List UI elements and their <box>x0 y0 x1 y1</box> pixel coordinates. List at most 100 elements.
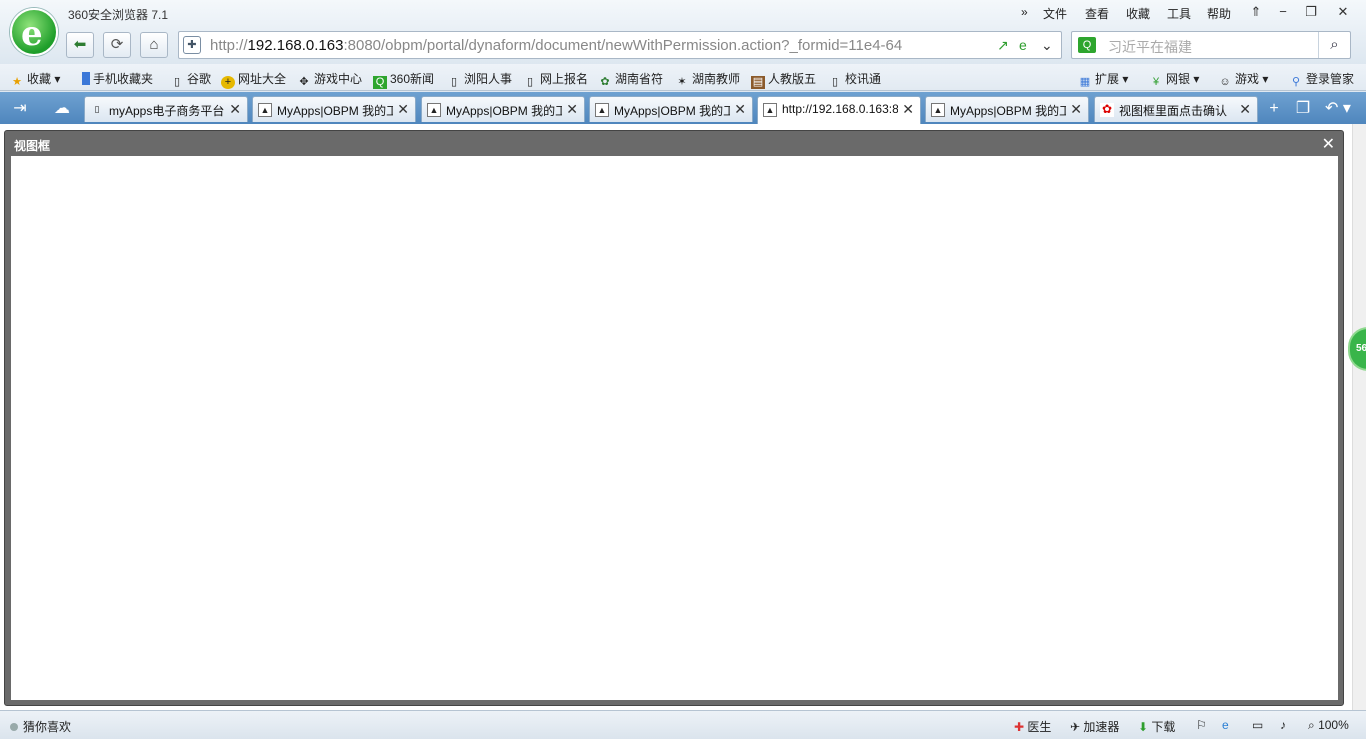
more-menu-icon[interactable]: » <box>1021 5 1028 19</box>
dialog-close-icon[interactable]: ✕ <box>1322 134 1335 154</box>
close-icon[interactable]: ✕ <box>1239 101 1251 118</box>
bookmark-item[interactable]: ▯ 校讯通 <box>828 70 881 89</box>
close-icon[interactable]: ✕ <box>1070 101 1082 118</box>
runner-icon: ✶ <box>677 76 687 88</box>
cloud-icon[interactable]: ☁ <box>44 96 80 122</box>
view-dialog: 视图框 ✕ <box>4 130 1344 706</box>
download-icon: ⬇ <box>1138 720 1149 734</box>
volume-icon[interactable]: ♪ <box>1280 718 1286 732</box>
search-icon: ⌕ <box>1330 36 1339 53</box>
download-button[interactable]: ⬇ 下载 <box>1138 718 1175 735</box>
page-icon: ▯ <box>450 76 458 88</box>
ie-mode-icon[interactable]: e <box>1019 37 1027 53</box>
paw-icon: ✿ <box>1100 102 1114 117</box>
bookmark-item[interactable]: ✥ 游戏中心 <box>297 70 362 89</box>
bookmark-item[interactable]: Q 360新闻 <box>373 70 434 89</box>
tab-myapps-obpm[interactable]: ▲ MyApps|OBPM 我的工作 ✕ <box>421 96 585 122</box>
undo-close-icon[interactable]: ↶ ▾ <box>1318 96 1358 122</box>
tab-baidu-question[interactable]: ✿ 视图框里面点击确认 ✕ <box>1094 96 1258 122</box>
gamepad-icon: ✥ <box>299 76 309 88</box>
restore-button[interactable]: ❐ <box>1298 2 1324 22</box>
restore-tab-icon[interactable]: ❐ <box>1289 96 1317 122</box>
window-icon[interactable]: ▭ <box>1252 718 1263 732</box>
vertical-scrollbar[interactable] <box>1352 124 1366 710</box>
home-button[interactable]: ⌂ <box>140 32 168 58</box>
flag-icon[interactable]: ⚐ <box>1196 718 1207 732</box>
dialog-title: 视图框 <box>14 139 51 153</box>
rocket-icon: ✈ <box>1070 720 1081 734</box>
url-text[interactable]: http://192.168.0.163:8080/obpm/portal/dy… <box>210 37 902 54</box>
close-window-button[interactable]: ✕ <box>1330 2 1356 22</box>
image-icon: ▲ <box>931 103 945 117</box>
page-icon: ▯ <box>526 76 534 88</box>
chevron-down-icon[interactable]: ⌄ <box>1041 37 1053 54</box>
refresh-button[interactable]: ⟳ <box>103 32 131 58</box>
image-icon: ▲ <box>427 103 441 117</box>
address-bar[interactable]: ✚ http://192.168.0.163:8080/obpm/portal/… <box>178 31 1062 59</box>
tab-myapps-ecommerce[interactable]: ▯ myApps电子商务平台 ✕ <box>84 96 248 122</box>
window-title: 360安全浏览器 7.1 <box>68 8 169 22</box>
page-icon: ▯ <box>831 76 839 88</box>
page-content: 视图框 ✕ <box>0 124 1352 710</box>
zoom-control[interactable]: ⌕ 100% <box>1308 718 1349 733</box>
tab-myapps-obpm[interactable]: ▲ MyApps|OBPM 我的工作 ✕ <box>252 96 416 122</box>
controller-icon: ☺ <box>1219 76 1231 88</box>
minimize-button[interactable]: − <box>1270 2 1296 22</box>
bookmark-item[interactable]: + 网址大全 <box>221 70 286 89</box>
image-icon: ▲ <box>258 103 272 117</box>
tab-myapps-obpm[interactable]: ▲ MyApps|OBPM 我的工作 ✕ <box>925 96 1089 122</box>
plus-icon: + <box>1269 100 1279 117</box>
search-box[interactable]: Q 习近平在福建 ⌕ <box>1071 31 1351 59</box>
menu-file[interactable]: 文件 <box>1043 5 1067 22</box>
sidebar-toggle-icon[interactable]: ⇥ <box>2 96 38 122</box>
arrow-left-icon: ⬅ <box>73 36 87 53</box>
bookmark-item[interactable]: ▯ 网上报名 <box>523 70 588 89</box>
tab-active-url[interactable]: ▲ http://192.168.0.163:8080 ✕ <box>757 96 921 124</box>
extensions-button[interactable]: ▦ 扩展 ▾ <box>1078 70 1129 89</box>
bookmark-item[interactable]: ▯ 谷歌 <box>170 70 211 89</box>
phone-icon <box>82 72 90 85</box>
star-icon: ★ <box>12 76 22 88</box>
close-icon[interactable]: ✕ <box>902 101 914 118</box>
page-icon: ▯ <box>94 104 100 114</box>
bookmark-item[interactable]: ✶ 湖南教师 <box>675 70 740 89</box>
doctor-button[interactable]: ✚ 医生 <box>1014 718 1051 735</box>
bookmark-item[interactable]: 手机收藏夹 <box>82 70 153 87</box>
menu-help[interactable]: 帮助 <box>1207 5 1231 22</box>
browser-logo-icon: e <box>10 8 58 56</box>
share-icon[interactable]: ↗ <box>997 37 1009 54</box>
bookmark-item[interactable]: ▯ 浏阳人事 <box>447 70 512 89</box>
browser-toolbar: e 360安全浏览器 7.1 » 文件 查看 收藏 工具 帮助 ⇑ − ❐ ✕ … <box>0 0 1366 64</box>
bookmark-item[interactable]: ✿ 湖南省符 <box>598 70 663 89</box>
close-icon[interactable]: ✕ <box>229 101 241 118</box>
guess-you-like[interactable]: 猜你喜欢 <box>10 718 71 735</box>
close-icon[interactable]: ✕ <box>734 101 746 118</box>
close-icon[interactable]: ✕ <box>566 101 578 118</box>
ebank-button[interactable]: ¥ 网银 ▾ <box>1149 70 1199 89</box>
search-engine-icon[interactable]: Q <box>1078 37 1096 53</box>
new-tab-button[interactable]: + <box>1260 96 1288 122</box>
image-icon: ▲ <box>595 103 609 117</box>
emblem-icon: ✿ <box>600 76 610 88</box>
image-icon: ▲ <box>763 103 777 117</box>
status-bar: 猜你喜欢 ✚ 医生 ✈ 加速器 ⬇ 下载 ⚐ e ▭ ♪ ⌕ 100% <box>0 710 1366 739</box>
search-input[interactable]: 习近平在福建 <box>1108 37 1192 57</box>
menu-favorites[interactable]: 收藏 <box>1126 5 1150 22</box>
menu-view[interactable]: 查看 <box>1085 5 1109 22</box>
login-manager-button[interactable]: ⚲ 登录管家 <box>1289 70 1354 89</box>
bookmark-item[interactable]: ▤ 人教版五 <box>751 70 816 89</box>
shield-icon: ✚ <box>183 36 201 54</box>
close-icon[interactable]: ✕ <box>397 101 409 118</box>
menu-tools[interactable]: 工具 <box>1167 5 1191 22</box>
back-button[interactable]: ⬅ <box>66 32 94 58</box>
home-icon: ⌂ <box>149 36 159 53</box>
tab-myapps-obpm[interactable]: ▲ MyApps|OBPM 我的工作 ✕ <box>589 96 753 122</box>
tab-bar: ⇥ ☁ ▯ myApps电子商务平台 ✕ ▲ MyApps|OBPM 我的工作 … <box>0 92 1366 124</box>
search-button[interactable]: ⌕ <box>1318 32 1350 58</box>
accelerator-button[interactable]: ✈ 加速器 <box>1070 718 1119 735</box>
dialog-body[interactable] <box>11 156 1338 700</box>
games-button[interactable]: ☺ 游戏 ▾ <box>1218 70 1268 89</box>
skin-button-icon[interactable]: ⇑ <box>1243 2 1269 22</box>
ie-icon[interactable]: e <box>1222 718 1229 732</box>
bookmark-favorites[interactable]: ★ 收藏 ▾ <box>10 70 60 89</box>
